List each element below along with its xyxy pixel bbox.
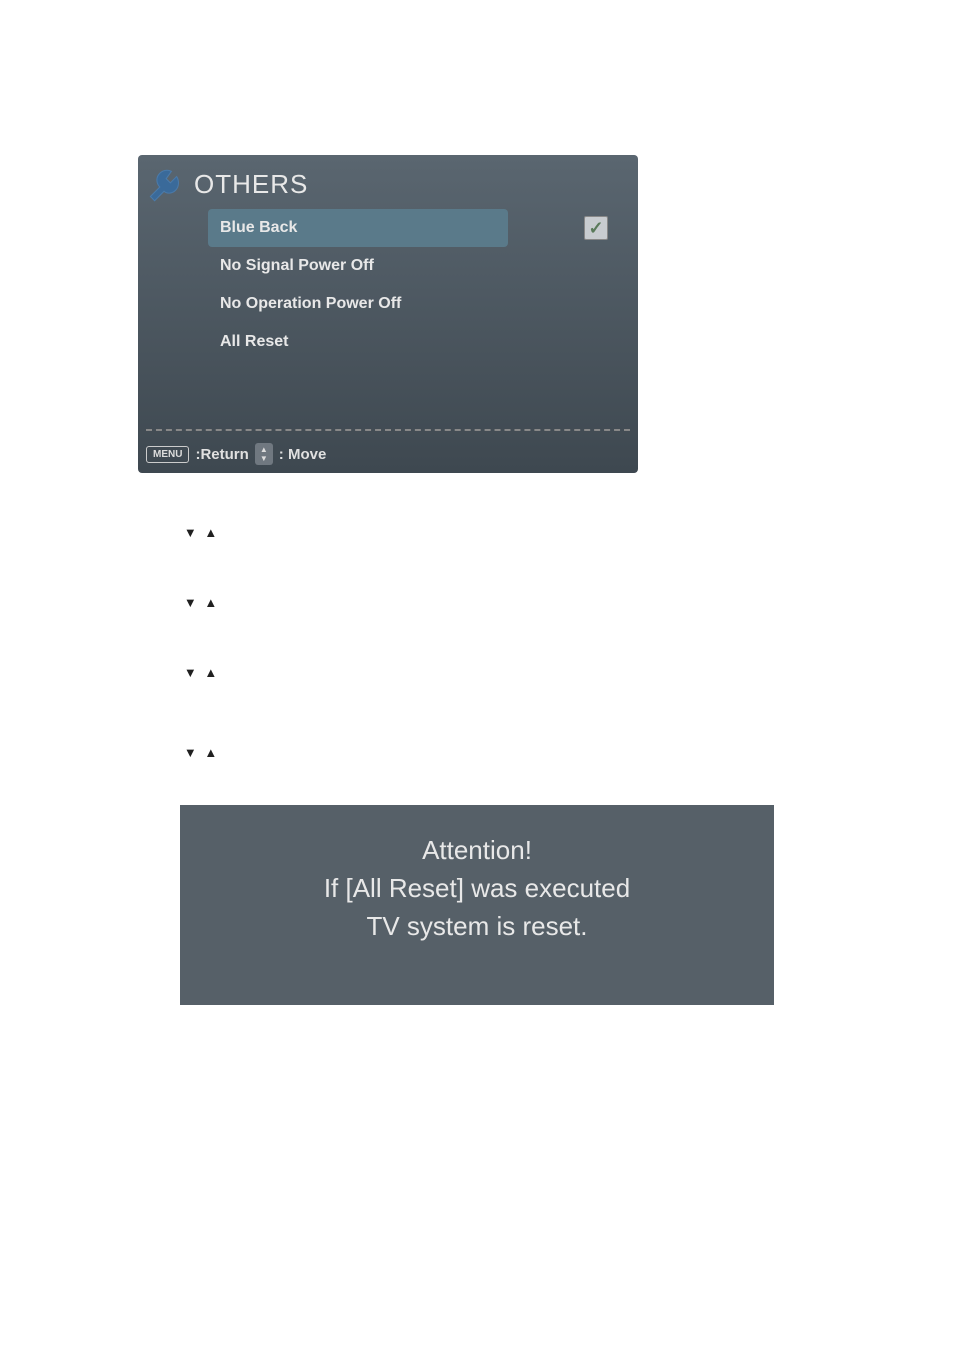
instruction-line-4: Press ▼ ▲ to select All Reset, press OK … <box>145 745 496 760</box>
down-triangle-icon: ▼ <box>184 665 197 680</box>
attention-line-3: TV system is reset. <box>180 907 774 945</box>
up-triangle-icon: ▲ <box>204 745 217 760</box>
down-triangle-icon: ▼ <box>184 525 197 540</box>
menu-header: OTHERS <box>138 155 638 207</box>
menu-title: OTHERS <box>194 169 308 200</box>
instruction-line-3: Press ▼ ▲ to select No Operation Power O… <box>145 665 577 680</box>
osd-menu-panel: OTHERS Blue Back No Signal Power Off No … <box>138 155 638 473</box>
move-hint: : Move <box>279 446 327 463</box>
menu-items-list: Blue Back No Signal Power Off No Operati… <box>208 209 638 361</box>
return-hint: :Return <box>195 446 248 463</box>
menu-item-all-reset[interactable]: All Reset Execute <box>208 323 638 361</box>
attention-dialog: Attention! If [All Reset] was executed T… <box>180 805 774 1005</box>
menu-item-blue-back[interactable]: Blue Back <box>208 209 508 247</box>
attention-line-1: Attention! <box>180 831 774 869</box>
up-triangle-icon: ▲ <box>204 525 217 540</box>
attention-line-2: If [All Reset] was executed <box>180 869 774 907</box>
menu-item-label: Blue Back <box>220 219 508 237</box>
down-triangle-icon: ▼ <box>184 745 197 760</box>
up-triangle-icon: ▲ <box>204 595 217 610</box>
menu-item-label: No Signal Power Off <box>220 257 638 275</box>
instruction-line-2: Press ▼ ▲ to select No Signal Power Off,… <box>145 595 556 610</box>
menu-divider <box>146 429 630 431</box>
menu-item-no-signal-power-off[interactable]: No Signal Power Off <box>208 247 638 285</box>
up-triangle-icon: ▲ <box>204 665 217 680</box>
menu-key-badge: MENU <box>146 446 189 463</box>
checkbox-checked-icon[interactable] <box>584 216 608 240</box>
wrench-icon <box>142 165 184 207</box>
menu-item-label: No Operation Power Off <box>220 295 638 313</box>
footer-hints: MENU :Return ▲▼ : Move <box>146 443 326 465</box>
arrow-keys-icon: ▲▼ <box>255 443 273 465</box>
down-triangle-icon: ▼ <box>184 595 197 610</box>
instruction-line-1: Press ▼ ▲ to select Blue Back, press OK … <box>145 525 561 540</box>
menu-item-label: All Reset <box>220 333 638 351</box>
menu-item-no-operation-power-off[interactable]: No Operation Power Off <box>208 285 638 323</box>
